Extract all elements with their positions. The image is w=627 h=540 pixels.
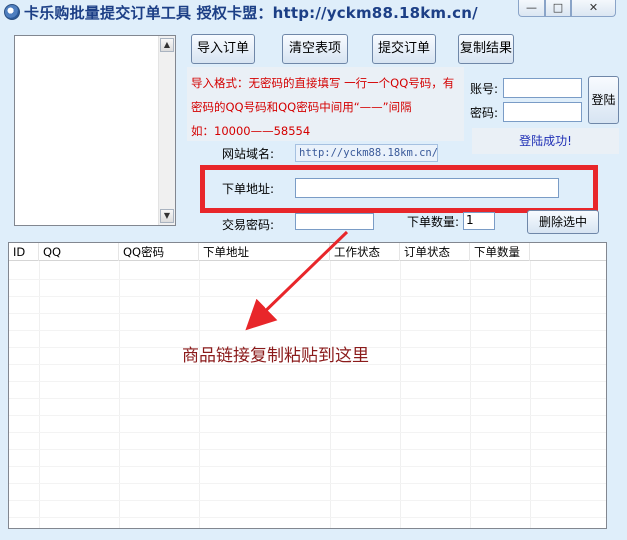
account-label: 账号: bbox=[470, 82, 499, 96]
grid-column-line bbox=[400, 261, 401, 528]
grid-row-line bbox=[9, 398, 606, 399]
annotation-text: 商品链接复制粘贴到这里 bbox=[182, 346, 369, 366]
orders-table[interactable]: ID QQ QQ密码 下单地址 工作状态 订单状态 下单数量 bbox=[8, 242, 607, 529]
grid-row-line bbox=[9, 466, 606, 467]
info-line-3: 如：10000——58554 bbox=[191, 124, 311, 138]
minimize-icon: — bbox=[526, 1, 537, 14]
password-input[interactable] bbox=[503, 102, 582, 122]
grid-row-line bbox=[9, 415, 606, 416]
close-icon: ✕ bbox=[588, 1, 599, 14]
login-status: 登陆成功! bbox=[472, 128, 619, 154]
import-format-info: 导入格式：无密码的直接填写 一行一个QQ号码，有 密码的QQ号码和QQ密码中间用… bbox=[187, 67, 464, 141]
info-line-1: 导入格式：无密码的直接填写 一行一个QQ号码，有 bbox=[191, 76, 455, 90]
maximize-icon: □ bbox=[552, 1, 564, 14]
column-header-qq[interactable]: QQ bbox=[39, 243, 119, 261]
maximize-button[interactable]: □ bbox=[545, 0, 571, 17]
grid-column-line bbox=[330, 261, 331, 528]
title-bar: 卡乐购批量提交订单工具 授权卡盟：http://yckm88.18km.cn/ … bbox=[0, 0, 627, 24]
info-line-2: 密码的QQ号码和QQ密码中间用“——”间隔 bbox=[191, 100, 412, 114]
scroll-up-icon[interactable]: ▲ bbox=[160, 38, 174, 52]
listbox-scrollbar[interactable]: ▲ ▼ bbox=[158, 36, 175, 225]
column-header-id[interactable]: ID bbox=[9, 243, 39, 261]
column-header-order-quantity[interactable]: 下单数量 bbox=[470, 243, 530, 261]
scroll-down-icon[interactable]: ▼ bbox=[160, 209, 174, 223]
column-header-qq-password[interactable]: QQ密码 bbox=[119, 243, 199, 261]
grid-row-line bbox=[9, 313, 606, 314]
window-title: 卡乐购批量提交订单工具 授权卡盟：http://yckm88.18km.cn/ bbox=[24, 4, 478, 22]
order-quantity-label: 下单数量: bbox=[407, 215, 460, 229]
grid-row-line bbox=[9, 432, 606, 433]
grid-row-line bbox=[9, 517, 606, 518]
import-orders-button[interactable]: 导入订单 bbox=[191, 34, 255, 64]
account-input[interactable] bbox=[503, 78, 582, 98]
column-header-order-address[interactable]: 下单地址 bbox=[199, 243, 330, 261]
grid-column-line bbox=[119, 261, 120, 528]
grid-row-line bbox=[9, 381, 606, 382]
submit-orders-button[interactable]: 提交订单 bbox=[372, 34, 436, 64]
grid-column-line bbox=[530, 261, 531, 528]
minimize-button[interactable]: — bbox=[518, 0, 545, 17]
grid-row-line bbox=[9, 449, 606, 450]
column-header-order-status[interactable]: 订单状态 bbox=[400, 243, 470, 261]
order-address-label: 下单地址: bbox=[222, 182, 275, 196]
site-domain-label: 网站域名: bbox=[222, 147, 275, 161]
grid-column-line bbox=[470, 261, 471, 528]
close-button[interactable]: ✕ bbox=[571, 0, 616, 17]
grid-row-line bbox=[9, 483, 606, 484]
column-header-filler bbox=[530, 243, 606, 261]
trade-password-input[interactable] bbox=[295, 213, 374, 230]
site-domain-field[interactable]: http://yckm88.18km.cn/ bbox=[295, 144, 438, 162]
clear-table-button[interactable]: 清空表项 bbox=[282, 34, 348, 64]
trade-password-label: 交易密码: bbox=[222, 218, 275, 232]
grid-column-line bbox=[199, 261, 200, 528]
grid-row-line bbox=[9, 500, 606, 501]
grid-row-line bbox=[9, 296, 606, 297]
app-icon bbox=[4, 4, 20, 20]
login-button[interactable]: 登陆 bbox=[588, 76, 619, 124]
password-label: 密码: bbox=[470, 106, 499, 120]
order-address-input[interactable] bbox=[295, 178, 559, 198]
delete-selected-button[interactable]: 删除选中 bbox=[527, 210, 599, 234]
grid-row-line bbox=[9, 330, 606, 331]
column-header-work-status[interactable]: 工作状态 bbox=[330, 243, 400, 261]
grid-column-line bbox=[39, 261, 40, 528]
import-listbox[interactable]: ▲ ▼ bbox=[14, 35, 176, 226]
copy-results-button[interactable]: 复制结果 bbox=[458, 34, 514, 64]
order-quantity-input[interactable]: 1 bbox=[463, 212, 495, 230]
grid-row-line bbox=[9, 279, 606, 280]
table-header: ID QQ QQ密码 下单地址 工作状态 订单状态 下单数量 bbox=[9, 243, 606, 261]
